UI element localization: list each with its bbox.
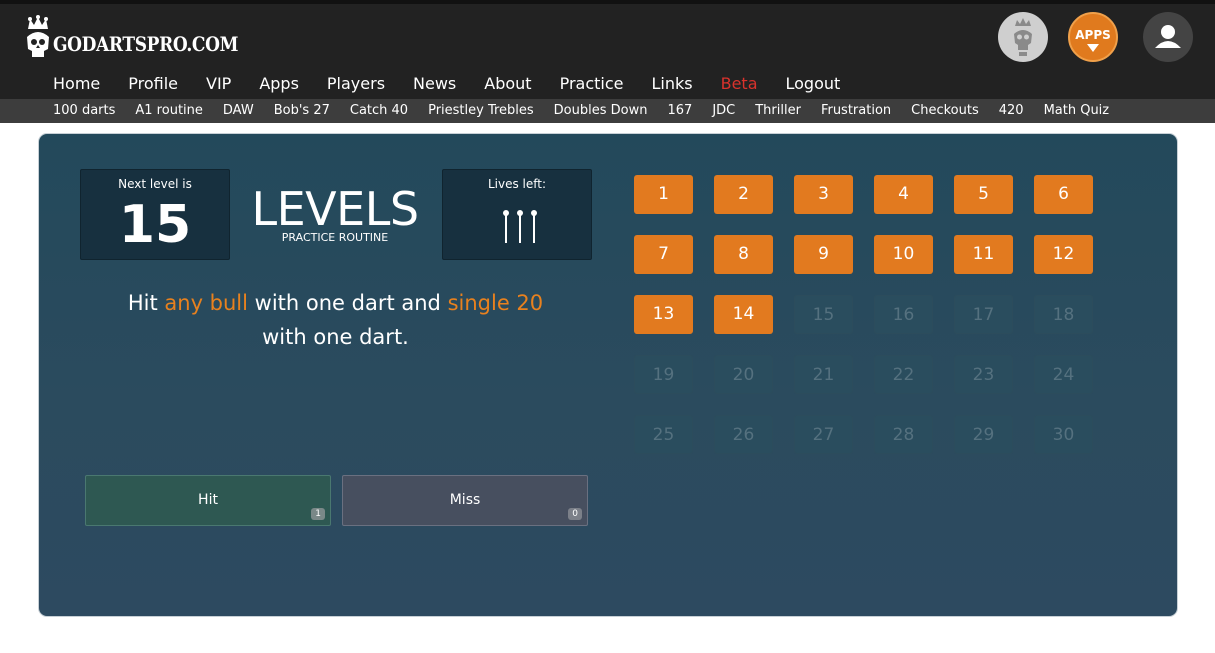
level-cell[interactable]: 16 xyxy=(874,295,933,334)
nav-logout[interactable]: Logout xyxy=(786,74,841,93)
skull-crown-icon xyxy=(24,15,52,65)
subnav-420[interactable]: 420 xyxy=(999,103,1024,118)
instruction-text-1: Hit xyxy=(127,291,165,315)
nav-about[interactable]: About xyxy=(484,74,531,93)
level-cell[interactable]: 19 xyxy=(634,355,693,394)
instruction-text-3: with one dart. xyxy=(262,325,409,349)
darts-lives-icon xyxy=(498,210,542,246)
miss-button-label: Miss xyxy=(449,492,481,508)
level-cell[interactable]: 1 xyxy=(634,175,693,214)
level-cell[interactable]: 30 xyxy=(1034,415,1093,454)
subnav-bobs-27[interactable]: Bob's 27 xyxy=(274,103,330,118)
subnav-math-quiz[interactable]: Math Quiz xyxy=(1044,103,1110,118)
level-cell[interactable]: 13 xyxy=(634,295,693,334)
level-cell[interactable]: 9 xyxy=(794,235,853,274)
level-cell[interactable]: 22 xyxy=(874,355,933,394)
subnav-daw[interactable]: DAW xyxy=(223,103,254,118)
practice-subnav: 100 darts A1 routine DAW Bob's 27 Catch … xyxy=(53,103,1129,118)
instruction-target-bull: any bull xyxy=(164,291,248,315)
level-cell[interactable]: 20 xyxy=(714,355,773,394)
level-cell[interactable]: 29 xyxy=(954,415,1013,454)
nav-practice[interactable]: Practice xyxy=(560,74,624,93)
subnav-100-darts[interactable]: 100 darts xyxy=(53,103,115,118)
nav-players[interactable]: Players xyxy=(327,74,385,93)
routine-title: LEVELS PRACTICE ROUTINE xyxy=(245,184,425,244)
subnav-doubles-down[interactable]: Doubles Down xyxy=(554,103,648,118)
subnav-167[interactable]: 167 xyxy=(667,103,692,118)
level-cell[interactable]: 28 xyxy=(874,415,933,454)
subnav-thriller[interactable]: Thriller xyxy=(755,103,801,118)
nav-news[interactable]: News xyxy=(413,74,456,93)
lives-box: Lives left: xyxy=(442,169,592,260)
instruction-target-20: single 20 xyxy=(447,291,544,315)
hit-button[interactable]: Hit 1 xyxy=(85,475,331,526)
level-cell[interactable]: 5 xyxy=(954,175,1013,214)
level-cell[interactable]: 25 xyxy=(634,415,693,454)
subnav-jdc[interactable]: JDC xyxy=(712,103,735,118)
hit-button-label: Hit xyxy=(198,492,218,508)
levels-panel: Next level is 15 LEVELS PRACTICE ROUTINE… xyxy=(38,133,1178,617)
next-level-box: Next level is 15 xyxy=(80,169,230,260)
next-level-label: Next level is xyxy=(118,177,192,191)
nav-vip[interactable]: VIP xyxy=(206,74,231,93)
miss-button[interactable]: Miss 0 xyxy=(342,475,588,526)
level-instruction: Hit any bull with one dart and single 20… xyxy=(89,286,582,354)
hit-count-badge: 1 xyxy=(311,508,325,520)
level-cell[interactable]: 15 xyxy=(794,295,853,334)
level-cell[interactable]: 10 xyxy=(874,235,933,274)
subnav-priestley-trebles[interactable]: Priestley Trebles xyxy=(428,103,534,118)
level-cell[interactable]: 24 xyxy=(1034,355,1093,394)
site-logo-text: GODARTSPRO.COM xyxy=(53,32,239,56)
level-cell[interactable]: 11 xyxy=(954,235,1013,274)
subnav-catch-40[interactable]: Catch 40 xyxy=(350,103,408,118)
miss-count-badge: 0 xyxy=(568,508,582,520)
level-cell[interactable]: 18 xyxy=(1034,295,1093,334)
level-cell[interactable]: 3 xyxy=(794,175,853,214)
level-cell[interactable]: 6 xyxy=(1034,175,1093,214)
subnav-a1-routine[interactable]: A1 routine xyxy=(135,103,203,118)
nav-beta[interactable]: Beta xyxy=(721,74,758,93)
subnav-checkouts[interactable]: Checkouts xyxy=(911,103,979,118)
level-cell[interactable]: 26 xyxy=(714,415,773,454)
user-avatar-icon[interactable] xyxy=(1143,12,1193,62)
nav-profile[interactable]: Profile xyxy=(128,74,178,93)
level-cell[interactable]: 27 xyxy=(794,415,853,454)
level-cell[interactable]: 21 xyxy=(794,355,853,394)
level-cell[interactable]: 4 xyxy=(874,175,933,214)
level-cell[interactable]: 12 xyxy=(1034,235,1093,274)
vip-icon[interactable] xyxy=(998,12,1048,62)
level-cell[interactable]: 17 xyxy=(954,295,1013,334)
level-cell[interactable]: 7 xyxy=(634,235,693,274)
subnav-frustration[interactable]: Frustration xyxy=(821,103,891,118)
level-cell[interactable]: 14 xyxy=(714,295,773,334)
main-nav: Home Profile VIP Apps Players News About… xyxy=(53,74,868,93)
level-cell[interactable]: 2 xyxy=(714,175,773,214)
next-level-value: 15 xyxy=(118,195,192,255)
instruction-text-2: with one dart and xyxy=(247,291,448,315)
page-title: LEVELS xyxy=(251,182,419,236)
nav-home[interactable]: Home xyxy=(53,74,100,93)
nav-apps[interactable]: Apps xyxy=(259,74,299,93)
nav-links[interactable]: Links xyxy=(651,74,692,93)
apps-icon[interactable]: APPS xyxy=(1068,12,1118,62)
level-cell[interactable]: 8 xyxy=(714,235,773,274)
level-cell[interactable]: 23 xyxy=(954,355,1013,394)
top-header: GODARTSPRO.COM APPS Home Profile VIP App… xyxy=(0,0,1215,99)
lives-label: Lives left: xyxy=(487,177,547,191)
site-logo[interactable]: GODARTSPRO.COM xyxy=(24,14,271,66)
